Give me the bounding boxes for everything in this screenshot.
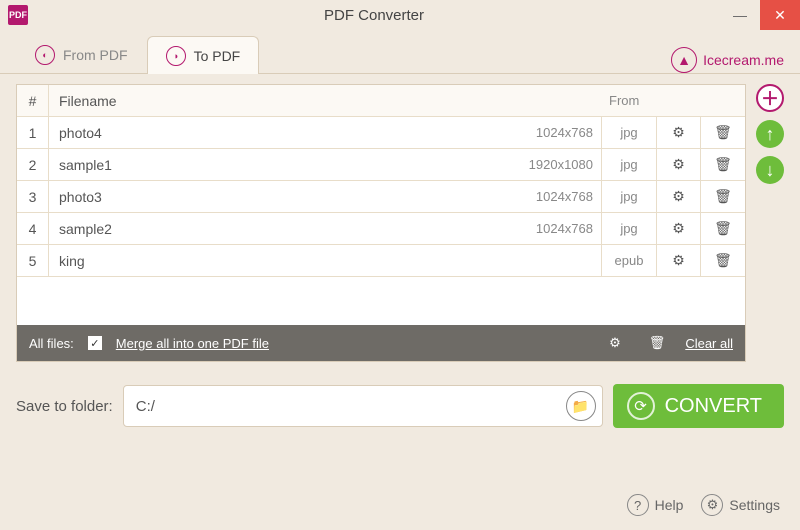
row-settings-icon[interactable]: ⚙	[657, 245, 701, 276]
all-settings-icon[interactable]: ⚙	[609, 335, 621, 351]
to-pdf-icon: ◑	[166, 46, 186, 66]
save-path-input[interactable]: C:/ 📁	[123, 385, 603, 427]
save-label: Save to folder:	[16, 398, 113, 415]
table-row[interactable]: 2 sample1 1920x1080 jpg ⚙ 🗑	[17, 149, 745, 181]
row-delete-icon[interactable]: 🗑	[701, 245, 745, 276]
row-settings-icon[interactable]: ⚙	[657, 117, 701, 148]
table-row[interactable]: 1 photo4 1024x768 jpg ⚙ 🗑	[17, 117, 745, 149]
convert-button[interactable]: ⟳ CONVERT	[613, 384, 784, 428]
tab-label: From PDF	[63, 47, 128, 63]
table-empty-space	[17, 277, 745, 325]
tab-from-pdf[interactable]: ◐ From PDF	[16, 35, 147, 73]
save-row: Save to folder: C:/ 📁 ⟳ CONVERT	[16, 384, 784, 428]
merge-checkbox[interactable]: ✓	[88, 336, 102, 350]
row-filename: photo4	[49, 117, 511, 148]
brand-text: Icecream.me	[703, 52, 784, 68]
settings-label: Settings	[729, 497, 780, 513]
row-from: jpg	[601, 117, 657, 148]
row-settings-icon[interactable]: ⚙	[657, 181, 701, 212]
row-index: 3	[17, 181, 49, 212]
row-dimensions: 1024x768	[511, 213, 601, 244]
footer: ? Help ⚙ Settings	[627, 494, 780, 516]
row-dimensions: 1024x768	[511, 117, 601, 148]
tab-label: To PDF	[194, 48, 241, 64]
move-up-button[interactable]: ↑	[756, 120, 784, 148]
row-dimensions: 1920x1080	[511, 149, 601, 180]
add-file-button[interactable]: ＋	[756, 84, 784, 112]
col-index: #	[17, 85, 49, 116]
move-down-button[interactable]: ↓	[756, 156, 784, 184]
from-pdf-icon: ◐	[35, 45, 55, 65]
row-delete-icon[interactable]: 🗑	[701, 181, 745, 212]
tab-to-pdf[interactable]: ◑ To PDF	[147, 36, 260, 74]
app-icon: PDF	[8, 5, 28, 25]
row-filename: king	[49, 245, 511, 276]
window-title: PDF Converter	[28, 7, 720, 24]
row-delete-icon[interactable]: 🗑	[701, 117, 745, 148]
table-row[interactable]: 4 sample2 1024x768 jpg ⚙ 🗑	[17, 213, 745, 245]
browse-folder-icon[interactable]: 📁	[566, 391, 596, 421]
brand-link[interactable]: ▲ Icecream.me	[671, 47, 784, 73]
row-filename: sample1	[49, 149, 511, 180]
save-path-text: C:/	[136, 398, 155, 415]
all-files-label: All files:	[29, 336, 74, 351]
row-delete-icon[interactable]: 🗑	[701, 149, 745, 180]
row-delete-icon[interactable]: 🗑	[701, 213, 745, 244]
row-from: jpg	[601, 149, 657, 180]
col-from: From	[601, 85, 745, 116]
settings-link[interactable]: ⚙ Settings	[701, 494, 780, 516]
help-label: Help	[655, 497, 684, 513]
all-files-bar: All files: ✓ Merge all into one PDF file…	[17, 325, 745, 361]
row-settings-icon[interactable]: ⚙	[657, 213, 701, 244]
row-settings-icon[interactable]: ⚙	[657, 149, 701, 180]
row-filename: photo3	[49, 181, 511, 212]
file-table: # Filename From 1 photo4 1024x768 jpg ⚙ …	[16, 84, 746, 362]
clear-all[interactable]: Clear all	[685, 336, 733, 351]
titlebar: PDF PDF Converter — ✕	[0, 0, 800, 30]
merge-label[interactable]: Merge all into one PDF file	[116, 336, 269, 351]
side-buttons: ＋ ↑ ↓	[756, 84, 784, 362]
help-link[interactable]: ? Help	[627, 494, 684, 516]
row-filename: sample2	[49, 213, 511, 244]
col-dimensions	[511, 85, 601, 116]
row-from: epub	[601, 245, 657, 276]
refresh-icon: ⟳	[627, 392, 655, 420]
row-index: 4	[17, 213, 49, 244]
table-header: # Filename From	[17, 85, 745, 117]
tabs-row: ◐ From PDF ◑ To PDF ▲ Icecream.me	[0, 30, 800, 74]
row-index: 2	[17, 149, 49, 180]
row-index: 5	[17, 245, 49, 276]
table-row[interactable]: 5 king epub ⚙ 🗑	[17, 245, 745, 277]
help-icon: ?	[627, 494, 649, 516]
row-dimensions: 1024x768	[511, 181, 601, 212]
settings-icon: ⚙	[701, 494, 723, 516]
row-index: 1	[17, 117, 49, 148]
all-delete-icon[interactable]: 🗑	[649, 335, 666, 351]
minimize-button[interactable]: —	[720, 0, 760, 30]
close-button[interactable]: ✕	[760, 0, 800, 30]
row-from: jpg	[601, 181, 657, 212]
table-row[interactable]: 3 photo3 1024x768 jpg ⚙ 🗑	[17, 181, 745, 213]
row-dimensions	[511, 245, 601, 276]
row-from: jpg	[601, 213, 657, 244]
convert-label: CONVERT	[665, 395, 762, 418]
col-filename: Filename	[49, 85, 511, 116]
icecream-icon: ▲	[671, 47, 697, 73]
